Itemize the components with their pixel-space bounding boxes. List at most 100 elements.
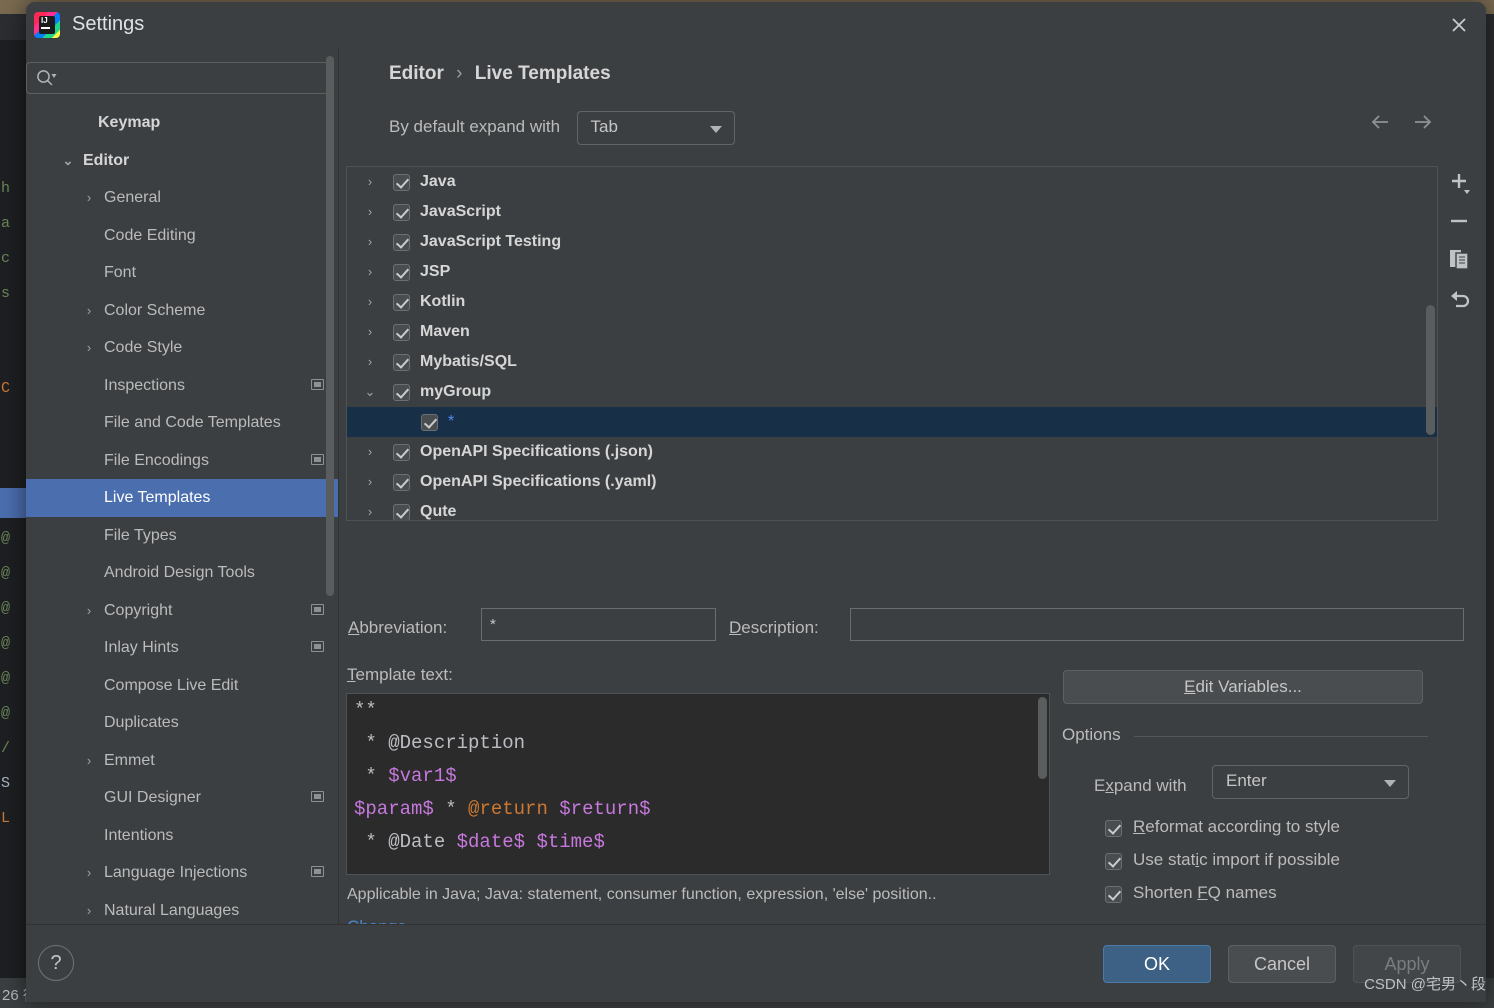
template-tree-row[interactable]: › JavaScript Testing (347, 227, 1437, 257)
add-template-button[interactable] (1442, 166, 1476, 200)
chevron-right-icon[interactable]: › (363, 227, 377, 257)
sidebar-item-font[interactable]: Font (26, 254, 338, 292)
sidebar-item-label: GUI Designer (104, 789, 201, 806)
sidebar-item-code-style[interactable]: › Code Style (26, 329, 338, 367)
sidebar-item-android-design-tools[interactable]: Android Design Tools (26, 554, 338, 592)
ide-code-fragment: @ (1, 530, 11, 547)
ide-code-fragment: c (1, 250, 11, 267)
sidebar-item-duplicates[interactable]: Duplicates (26, 704, 338, 742)
edit-variables-button[interactable]: Edit Variables... (1063, 670, 1423, 704)
checkbox-icon[interactable] (393, 234, 410, 251)
sidebar-item-language-injections[interactable]: › Language Injections (26, 854, 338, 892)
description-label: Description: (729, 618, 819, 637)
ide-code-fragment: @ (1, 705, 11, 722)
checkbox-icon[interactable] (393, 474, 410, 491)
sidebar-item-general[interactable]: › General (26, 179, 338, 217)
expand-with-label: Expand with (1094, 776, 1187, 795)
sidebar-item-emmet[interactable]: › Emmet (26, 742, 338, 780)
sidebar-item-keymap[interactable]: Keymap (26, 104, 338, 142)
template-tree-label: OpenAPI Specifications (.yaml) (420, 473, 657, 490)
sidebar-item-natural-languages[interactable]: › Natural Languages (26, 892, 338, 925)
cancel-button[interactable]: Cancel (1228, 945, 1336, 983)
template-group-list[interactable]: › Java › JavaScript › JavaScript Testing › JSP ›… (346, 166, 1438, 521)
sidebar-item-live-templates[interactable]: Live Templates (26, 479, 338, 517)
checkbox-icon[interactable] (393, 204, 410, 221)
sidebar-item-file-and-code-templates[interactable]: File and Code Templates (26, 404, 338, 442)
template-text-scrollbar-thumb[interactable] (1038, 697, 1047, 779)
checkbox-icon[interactable] (1105, 853, 1122, 870)
revert-template-button[interactable] (1442, 280, 1476, 314)
abbreviation-input[interactable] (481, 608, 716, 641)
checkbox-icon[interactable] (393, 264, 410, 281)
checkbox-icon[interactable] (393, 504, 410, 520)
checkbox-icon[interactable] (1105, 820, 1122, 837)
chevron-right-icon[interactable]: › (363, 287, 377, 317)
template-tree-row[interactable]: ⌄ myGroup (347, 377, 1437, 407)
template-text-editor[interactable]: ** * @Description * $var1$ $param$ * @ret… (346, 693, 1050, 875)
checkbox-icon[interactable] (393, 354, 410, 371)
settings-dialog: IJ Settings Keymap ⌄ Editor › General Co… (26, 2, 1486, 1002)
checkbox-icon[interactable] (393, 444, 410, 461)
chevron-right-icon: › (86, 340, 92, 355)
template-tree-row[interactable]: › Java (347, 167, 1437, 197)
sidebar-item-editor[interactable]: ⌄ Editor (26, 142, 338, 180)
sidebar-item-compose-live-edit[interactable]: Compose Live Edit (26, 667, 338, 705)
help-button[interactable]: ? (38, 945, 74, 981)
arrow-right-icon[interactable] (1408, 110, 1438, 134)
checkbox-icon[interactable] (393, 174, 410, 191)
template-tree-row[interactable]: › OpenAPI Specifications (.json) (347, 437, 1437, 467)
sidebar-item-intentions[interactable]: Intentions (26, 817, 338, 855)
template-tree-row[interactable]: › Mybatis/SQL (347, 347, 1437, 377)
ide-code-fragment: h (1, 180, 11, 197)
chevron-down-icon[interactable]: ⌄ (363, 377, 377, 407)
template-tree-row[interactable]: › Kotlin (347, 287, 1437, 317)
checkbox-icon[interactable] (1105, 886, 1122, 903)
chevron-right-icon[interactable]: › (363, 167, 377, 197)
chevron-right-icon[interactable]: › (363, 437, 377, 467)
chevron-right-icon[interactable]: › (363, 257, 377, 287)
checkbox-icon[interactable] (393, 384, 410, 401)
template-tree-row[interactable]: › OpenAPI Specifications (.yaml) (347, 467, 1437, 497)
sidebar-item-copyright[interactable]: › Copyright (26, 592, 338, 630)
sidebar-item-color-scheme[interactable]: › Color Scheme (26, 292, 338, 330)
template-tree-row[interactable]: * (347, 407, 1437, 437)
template-list-scrollbar-thumb[interactable] (1426, 305, 1435, 435)
close-icon[interactable] (1444, 10, 1474, 40)
ide-code-fragment: @ (1, 565, 11, 582)
chevron-right-icon[interactable]: › (363, 347, 377, 377)
arrow-left-icon[interactable] (1366, 110, 1396, 134)
checkbox-icon[interactable] (421, 414, 438, 431)
search-input[interactable] (65, 63, 323, 93)
ok-button[interactable]: OK (1103, 945, 1211, 983)
remove-template-button[interactable] (1442, 204, 1476, 238)
sidebar-scrollbar-thumb[interactable] (326, 56, 334, 596)
sidebar-item-file-types[interactable]: File Types (26, 517, 338, 555)
sidebar-item-inlay-hints[interactable]: Inlay Hints (26, 629, 338, 667)
sidebar-item-label: Inspections (104, 376, 185, 394)
expand-with-dropdown[interactable]: Enter (1212, 765, 1409, 799)
checkbox-icon[interactable] (393, 294, 410, 311)
option-label: Use static import if possible (1133, 850, 1340, 869)
code-token: * @Date (354, 831, 457, 853)
project-scope-icon (311, 791, 324, 802)
sidebar-item-code-editing[interactable]: Code Editing (26, 217, 338, 255)
chevron-right-icon[interactable]: › (363, 467, 377, 497)
template-tree-row[interactable]: › Qute (347, 497, 1437, 520)
sidebar-item-gui-designer[interactable]: GUI Designer (26, 779, 338, 817)
breadcrumb-parent[interactable]: Editor (389, 63, 444, 84)
sidebar-item-label: Code Editing (104, 226, 196, 244)
chevron-right-icon[interactable]: › (363, 197, 377, 227)
template-tree-row[interactable]: › JavaScript (347, 197, 1437, 227)
sidebar-item-file-encodings[interactable]: File Encodings (26, 442, 338, 480)
template-tree-row[interactable]: › Maven (347, 317, 1437, 347)
duplicate-template-button[interactable] (1442, 242, 1476, 276)
sidebar-item-inspections[interactable]: Inspections (26, 367, 338, 405)
chevron-right-icon[interactable]: › (363, 317, 377, 347)
checkbox-icon[interactable] (393, 324, 410, 341)
default-expand-dropdown[interactable]: Tab (576, 110, 735, 145)
chevron-right-icon[interactable]: › (363, 497, 377, 520)
options-group-divider (1134, 736, 1428, 737)
template-tree-row[interactable]: › JSP (347, 257, 1437, 287)
description-input[interactable] (850, 608, 1464, 641)
search-box[interactable] (26, 62, 330, 94)
